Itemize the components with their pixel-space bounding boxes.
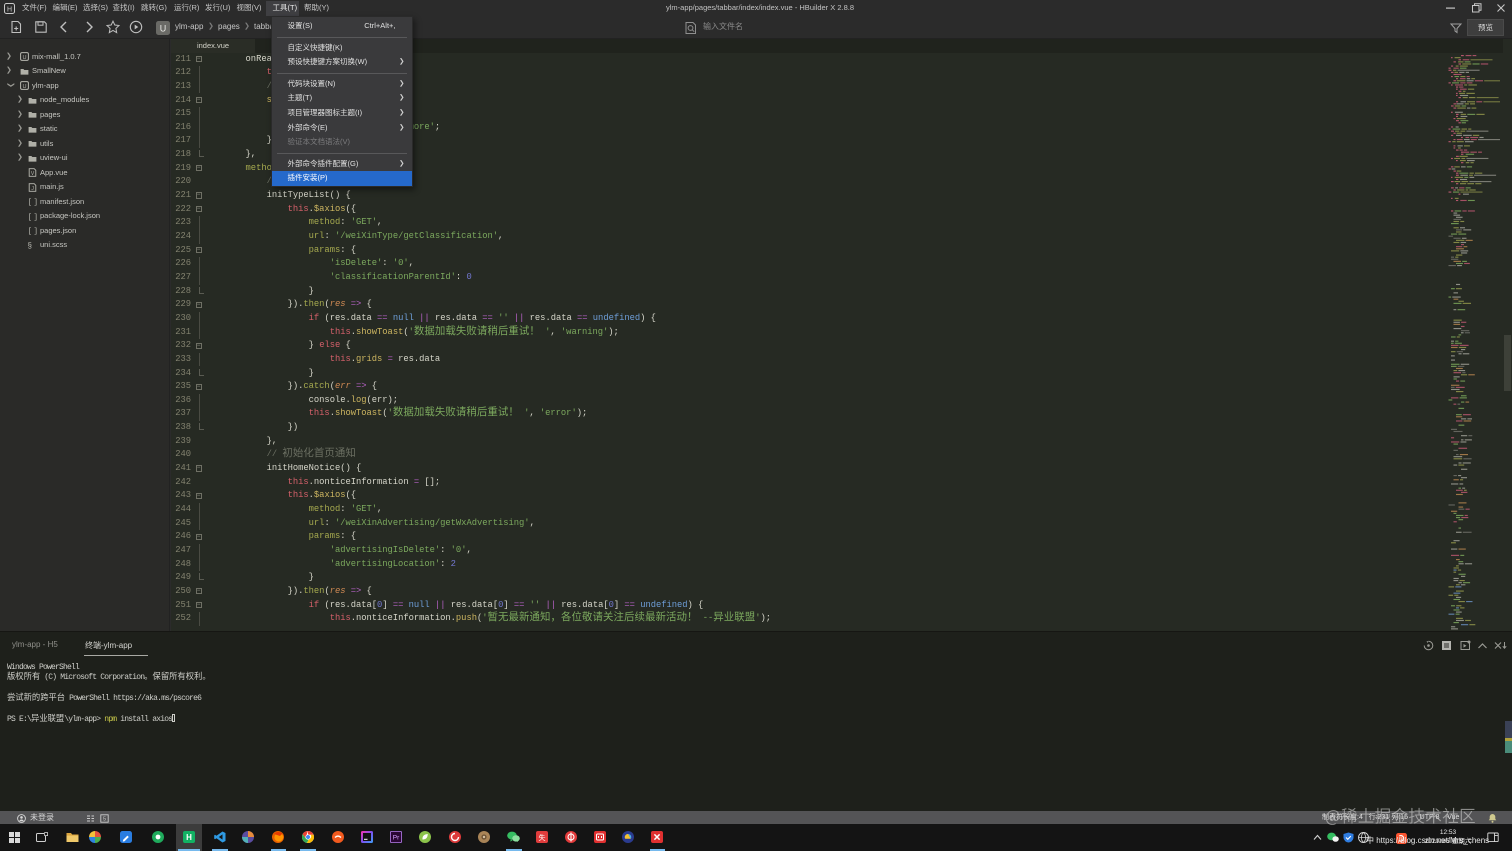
svg-text:U: U — [160, 23, 167, 33]
svg-text:U: U — [22, 84, 26, 90]
svg-text:5: 5 — [103, 816, 106, 822]
svg-text:Pr: Pr — [393, 835, 400, 842]
svg-text:U: U — [22, 55, 26, 61]
svg-text:失: 失 — [539, 833, 546, 843]
svg-text:H: H — [186, 833, 192, 842]
